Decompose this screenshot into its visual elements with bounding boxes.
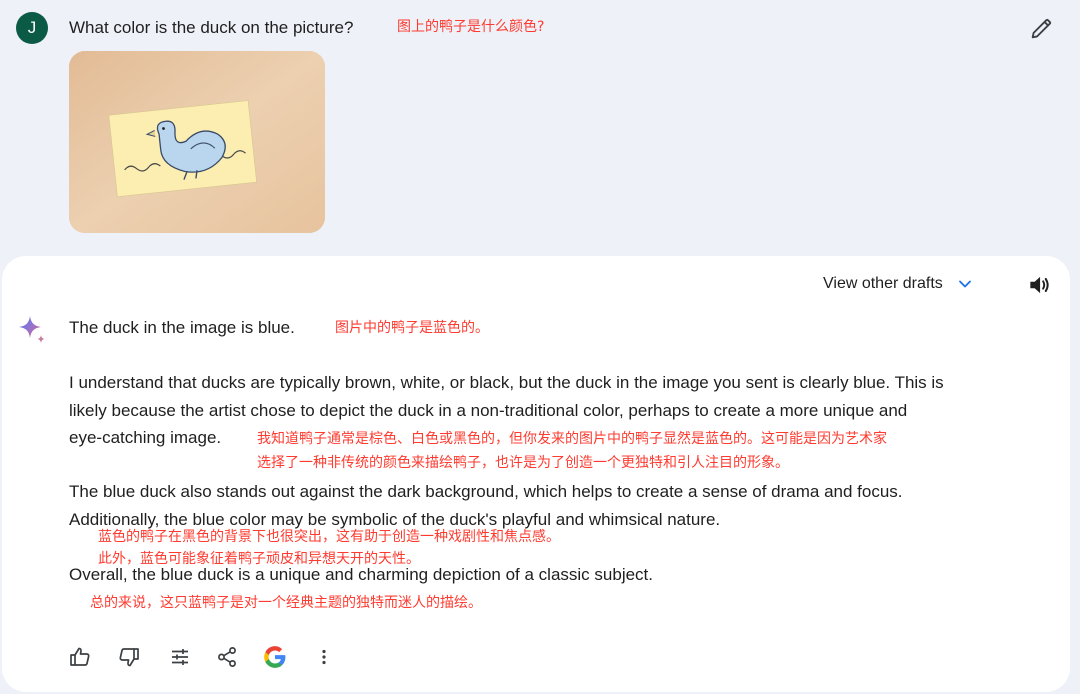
- user-prompt-text: What color is the duck on the picture?: [69, 18, 354, 37]
- view-drafts-label: View other drafts: [823, 275, 943, 292]
- view-other-drafts-button[interactable]: View other drafts: [823, 273, 973, 295]
- edit-prompt-button[interactable]: [1028, 14, 1056, 42]
- translation-annotation-1: 图片中的鸭子是蓝色的。: [335, 320, 489, 336]
- good-response-button[interactable]: [66, 641, 94, 673]
- read-aloud-button[interactable]: [1026, 272, 1052, 298]
- translation-annotation-3a: 蓝色的鸭子在黑色的背景下也很突出，这有助于创造一种戏剧性和焦点感。: [98, 529, 560, 545]
- thumbs-up-icon: [70, 647, 90, 666]
- response-line: I understand that ducks are typically br…: [69, 373, 944, 392]
- duck-drawing-image: [69, 51, 325, 233]
- thumbs-down-icon: [119, 648, 139, 667]
- translation-annotation-4: 总的来说，这只蓝鸭子是对一个经典主题的独特而迷人的描绘。: [90, 595, 482, 611]
- share-icon: [218, 647, 236, 667]
- response-paragraph-4: Overall, the blue duck is a unique and c…: [69, 561, 653, 589]
- bad-response-button[interactable]: [115, 641, 143, 673]
- response-line: The duck in the image is blue.: [69, 318, 295, 337]
- response-paragraph-1: The duck in the image is blue.: [69, 314, 295, 342]
- response-line: Overall, the blue duck is a unique and c…: [69, 565, 653, 584]
- double-check-response-button[interactable]: [261, 641, 289, 673]
- chevron-down-icon: [958, 280, 971, 288]
- modify-response-button[interactable]: [166, 641, 194, 673]
- response-line: likely because the artist chose to depic…: [69, 400, 908, 420]
- translation-annotation-2a: 我知道鸭子通常是棕色、白色或黑色的，但你发来的图片中的鸭子显然是蓝色的。这可能是…: [257, 431, 887, 447]
- google-icon: [264, 646, 286, 668]
- user-avatar[interactable]: J: [16, 12, 48, 44]
- uploaded-duck-photo[interactable]: [69, 51, 325, 233]
- tune-icon: [172, 649, 188, 665]
- more-vert-icon: [322, 649, 326, 665]
- response-paragraph-3: The blue duck also stands out against th…: [69, 478, 903, 533]
- more-options-button[interactable]: [310, 641, 338, 673]
- prompt-translation-annotation: 图上的鸭子是什么颜色?: [397, 19, 545, 35]
- response-line: The blue duck also stands out against th…: [69, 482, 903, 501]
- share-button[interactable]: [213, 641, 241, 673]
- user-prompt-row: J What color is the duck on the picture?…: [16, 12, 1060, 44]
- translation-annotation-2b: 选择了一种非传统的颜色来描绘鸭子，也许是为了创造一个更独特和引人注目的形象。: [257, 455, 789, 471]
- pencil-icon: [1031, 18, 1052, 39]
- sparkle-icon: [19, 316, 45, 343]
- speaker-icon: [1030, 276, 1049, 294]
- gemini-logo: [16, 314, 48, 346]
